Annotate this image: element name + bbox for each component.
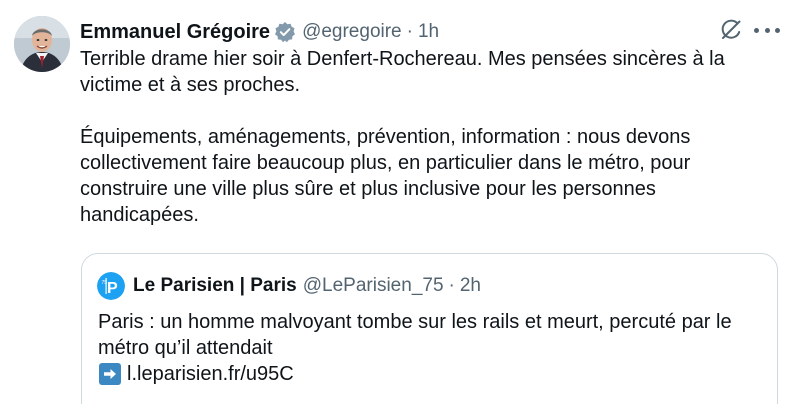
quoted-text: Paris : un homme malvoyant tombe sur les…	[98, 311, 732, 359]
tweet-header: Emmanuel Grégoire @egregoire · 1h	[80, 18, 439, 46]
quoted-link[interactable]: l.leparisien.fr/u95C	[127, 361, 294, 387]
quoted-author-avatar[interactable]: 75 P	[97, 272, 125, 300]
quoted-timestamp[interactable]: 2h	[460, 275, 481, 297]
quoted-tweet[interactable]: 75 P Le Parisien | Paris @LeParisien_75 …	[81, 253, 778, 404]
quoted-avatar-letter: P	[107, 280, 118, 297]
tweet-paragraph-2: Équipements, aménagements, prévention, i…	[80, 126, 691, 226]
author-handle[interactable]: @egregoire	[302, 21, 402, 43]
more-dot	[764, 27, 770, 33]
verified-badge-icon[interactable]	[274, 21, 296, 43]
grok-icon[interactable]	[719, 18, 743, 42]
timestamp[interactable]: 1h	[418, 21, 439, 43]
quoted-link-line: l.leparisien.fr/u95C	[98, 361, 768, 387]
separator-dot: ·	[406, 21, 413, 42]
quoted-tweet-text: Paris : un homme malvoyant tombe sur les…	[98, 309, 768, 387]
tweet[interactable]: Emmanuel Grégoire @egregoire · 1h Terrib…	[0, 0, 805, 404]
author-photo	[14, 16, 70, 72]
tweet-text: Terrible drame hier soir à Denfert-Roche…	[80, 46, 780, 228]
more-icon[interactable]	[754, 18, 780, 42]
quoted-separator-dot: ·	[448, 275, 455, 296]
more-dot	[775, 27, 780, 33]
author-name[interactable]: Emmanuel Grégoire	[80, 21, 270, 44]
quoted-author-handle[interactable]: @LeParisien_75	[303, 275, 444, 297]
quoted-tweet-header: 75 P Le Parisien | Paris @LeParisien_75 …	[97, 272, 481, 300]
right-arrow-icon	[99, 363, 121, 385]
more-dot	[754, 27, 759, 33]
tweet-paragraph-1: Terrible drame hier soir à Denfert-Roche…	[80, 48, 725, 96]
author-avatar[interactable]	[14, 16, 70, 72]
quoted-author-name[interactable]: Le Parisien | Paris	[133, 275, 297, 297]
